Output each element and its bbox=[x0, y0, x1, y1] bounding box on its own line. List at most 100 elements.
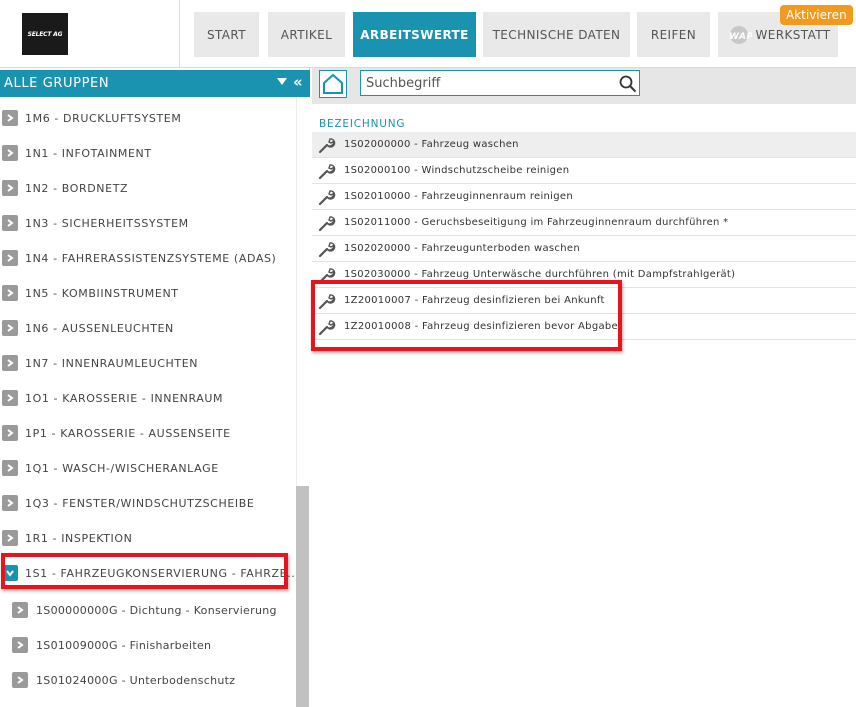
chevron-right-icon[interactable] bbox=[12, 672, 28, 688]
activate-badge-label: Aktivieren bbox=[786, 8, 847, 22]
chevron-right-icon[interactable] bbox=[2, 355, 18, 371]
tree-group-item[interactable]: 1N3 - SICHERHEITSSYSTEM bbox=[0, 206, 296, 241]
chevron-right-icon[interactable] bbox=[2, 180, 18, 196]
tree-item-label: 1P1 - KAROSSERIE - AUSSENSEITE bbox=[25, 426, 231, 440]
search-field[interactable] bbox=[360, 70, 640, 96]
group-tree-panel: ALLE GRUPPEN « 1M6 - DRUCKLUFTSYSTEM 1N1 … bbox=[0, 68, 310, 707]
work-value-row[interactable]: 1S02000100 - Windschutzscheibe reinigen bbox=[312, 158, 856, 184]
tree-item-label: 1N5 - KOMBIINSTRUMENT bbox=[25, 286, 179, 300]
column-header-bezeichnung[interactable]: BEZEICHNUNG bbox=[319, 118, 405, 130]
all-groups-title: ALLE GRUPPEN bbox=[4, 76, 110, 91]
work-value-row[interactable]: 1Z20010008 - Fahrzeug desinfizieren bevo… bbox=[312, 314, 856, 340]
tree-group-item[interactable]: 1N2 - BORDNETZ bbox=[0, 171, 296, 206]
tree-item-label: 1N7 - INNENRAUMLEUCHTEN bbox=[25, 356, 199, 370]
tree-item-label: 1N1 - INFOTAINMENT bbox=[25, 146, 152, 160]
tab-reifen[interactable]: REIFEN bbox=[637, 12, 710, 57]
work-value-row[interactable]: 1S02011000 - Geruchsbeseitigung im Fahrz… bbox=[312, 210, 856, 236]
chevron-right-icon[interactable] bbox=[2, 285, 18, 301]
collapse-panel-icon[interactable]: « bbox=[293, 73, 303, 91]
tree-item-label: 1N6 - AUSSENLEUCHTEN bbox=[25, 321, 174, 335]
work-value-row[interactable]: 1S02020000 - Fahrzeugunterboden waschen bbox=[312, 236, 856, 262]
work-value-text: 1S02030000 - Fahrzeug Unterwäsche durchf… bbox=[344, 269, 736, 280]
tree-item-label: 1O1 - KAROSSERIE - INNENRAUM bbox=[25, 391, 224, 405]
wrench-icon bbox=[318, 214, 336, 232]
chevron-right-icon[interactable] bbox=[12, 602, 28, 618]
tree-group-item[interactable]: 1M6 - DRUCKLUFTSYSTEM bbox=[0, 101, 296, 136]
tree-item-label: 1N3 - SICHERHEITSSYSTEM bbox=[25, 216, 189, 230]
logo-area: SELECT AG bbox=[0, 0, 180, 68]
tab-start[interactable]: START bbox=[194, 12, 259, 57]
wap-logo-icon: WAP bbox=[726, 25, 752, 45]
tab-arbeitswerte-label: ARBEITSWERTE bbox=[360, 27, 469, 42]
tree-group-item[interactable]: 1N7 - INNENRAUMLEUCHTEN bbox=[0, 346, 296, 381]
tree-group-item[interactable]: 1S1 - FAHRZEUGKONSERVIERUNG - FAHRZE... bbox=[0, 556, 296, 591]
work-value-text: 1S02011000 - Geruchsbeseitigung im Fahrz… bbox=[344, 217, 729, 228]
svg-text:WAP: WAP bbox=[729, 32, 752, 42]
tree-child-item[interactable]: 1S01009000G - Finisharbeiten bbox=[0, 628, 296, 663]
home-icon bbox=[323, 73, 343, 94]
chevron-right-icon[interactable] bbox=[2, 110, 18, 126]
tree-child-item[interactable]: 1S01024000G - Unterbodenschutz bbox=[0, 663, 296, 698]
tree-item-label: 1R1 - INSPEKTION bbox=[25, 531, 133, 545]
tree-item-label: 1N2 - BORDNETZ bbox=[25, 181, 129, 195]
tree-item-label: 1S1 - FAHRZEUGKONSERVIERUNG - FAHRZE... bbox=[25, 566, 296, 580]
tree-item-label: 1S01009000G - Finisharbeiten bbox=[36, 638, 212, 652]
tree-group-item[interactable]: 1N5 - KOMBIINSTRUMENT bbox=[0, 276, 296, 311]
tree-group-item[interactable]: 1N1 - INFOTAINMENT bbox=[0, 136, 296, 171]
tree-item-label: 1N4 - FAHRERASSISTENZSYSTEME (ADAS) bbox=[25, 251, 277, 265]
chevron-right-icon[interactable] bbox=[2, 495, 18, 511]
tree-group-item[interactable]: 1P1 - KAROSSERIE - AUSSENSEITE bbox=[0, 416, 296, 451]
work-value-text: 1S02000000 - Fahrzeug waschen bbox=[344, 139, 519, 150]
search-toolbar bbox=[312, 68, 856, 104]
tab-artikel-label: ARTIKEL bbox=[280, 27, 333, 42]
all-groups-header[interactable]: ALLE GRUPPEN « bbox=[0, 70, 310, 97]
wrench-icon bbox=[318, 318, 336, 336]
search-input[interactable] bbox=[361, 71, 611, 95]
tree-group-item[interactable]: 1Q1 - WASCH-/WISCHERANLAGE bbox=[0, 451, 296, 486]
chevron-right-icon[interactable] bbox=[2, 250, 18, 266]
chevron-right-icon[interactable] bbox=[2, 460, 18, 476]
work-value-row[interactable]: 1S02030000 - Fahrzeug Unterwäsche durchf… bbox=[312, 262, 856, 288]
wrench-icon bbox=[318, 240, 336, 258]
tree-group-item[interactable]: 1R1 - INSPEKTION bbox=[0, 521, 296, 556]
chevron-right-icon[interactable] bbox=[2, 390, 18, 406]
tab-artikel[interactable]: ARTIKEL bbox=[268, 12, 345, 57]
chevron-right-icon[interactable] bbox=[2, 320, 18, 336]
wrench-icon bbox=[318, 266, 336, 284]
tree-group-item[interactable]: 1Q3 - FENSTER/WINDSCHUTZSCHEIBE bbox=[0, 486, 296, 521]
work-value-text: 1S02010000 - Fahrzeuginnenraum reinigen bbox=[344, 191, 573, 202]
wrench-icon bbox=[318, 136, 336, 154]
tree-group-item[interactable]: 1O1 - KAROSSERIE - INNENRAUM bbox=[0, 381, 296, 416]
chevron-right-icon[interactable] bbox=[2, 425, 18, 441]
tree-item-label: 1S00000000G - Dichtung - Konservierung bbox=[36, 603, 277, 617]
activate-badge[interactable]: Aktivieren bbox=[780, 5, 853, 25]
work-value-text: 1S02020000 - Fahrzeugunterboden waschen bbox=[344, 243, 580, 254]
tree-child-item[interactable]: 1S00000000G - Dichtung - Konservierung bbox=[0, 593, 296, 628]
work-value-text: 1S02000100 - Windschutzscheibe reinigen bbox=[344, 165, 570, 176]
top-header: SELECT AG START ARTIKEL ARBEITSWERTE TEC… bbox=[0, 0, 856, 68]
chevron-right-icon[interactable] bbox=[2, 145, 18, 161]
work-value-row[interactable]: 1S02010000 - Fahrzeuginnenraum reinigen bbox=[312, 184, 856, 210]
work-value-text: 1Z20010008 - Fahrzeug desinfizieren bevo… bbox=[344, 321, 619, 332]
home-button[interactable] bbox=[319, 70, 347, 98]
tree-item-label: 1Q3 - FENSTER/WINDSCHUTZSCHEIBE bbox=[25, 496, 255, 510]
chevron-down-icon[interactable] bbox=[277, 78, 287, 85]
chevron-down-icon[interactable] bbox=[2, 565, 18, 581]
tab-technische-daten[interactable]: TECHNISCHE DATEN bbox=[483, 12, 630, 57]
tree-scrollbar-thumb[interactable] bbox=[296, 486, 309, 707]
brand-logo-text: SELECT AG bbox=[27, 30, 63, 38]
tree-group-item[interactable]: 1N6 - AUSSENLEUCHTEN bbox=[0, 311, 296, 346]
work-value-row[interactable]: 1S02000000 - Fahrzeug waschen bbox=[312, 132, 856, 158]
chevron-right-icon[interactable] bbox=[2, 215, 18, 231]
tree-item-label: 1Q1 - WASCH-/WISCHERANLAGE bbox=[25, 461, 219, 475]
brand-logo[interactable]: SELECT AG bbox=[22, 13, 68, 55]
search-icon[interactable] bbox=[619, 75, 637, 93]
tab-arbeitswerte[interactable]: ARBEITSWERTE bbox=[353, 12, 476, 57]
tree-group-item[interactable]: 1N4 - FAHRERASSISTENZSYSTEME (ADAS) bbox=[0, 241, 296, 276]
chevron-right-icon[interactable] bbox=[12, 637, 28, 653]
tree-item-label: 1M6 - DRUCKLUFTSYSTEM bbox=[25, 111, 182, 125]
chevron-right-icon[interactable] bbox=[2, 530, 18, 546]
work-value-row[interactable]: 1Z20010007 - Fahrzeug desinfizieren bei … bbox=[312, 288, 856, 314]
wrench-icon bbox=[318, 292, 336, 310]
wrench-icon bbox=[318, 188, 336, 206]
